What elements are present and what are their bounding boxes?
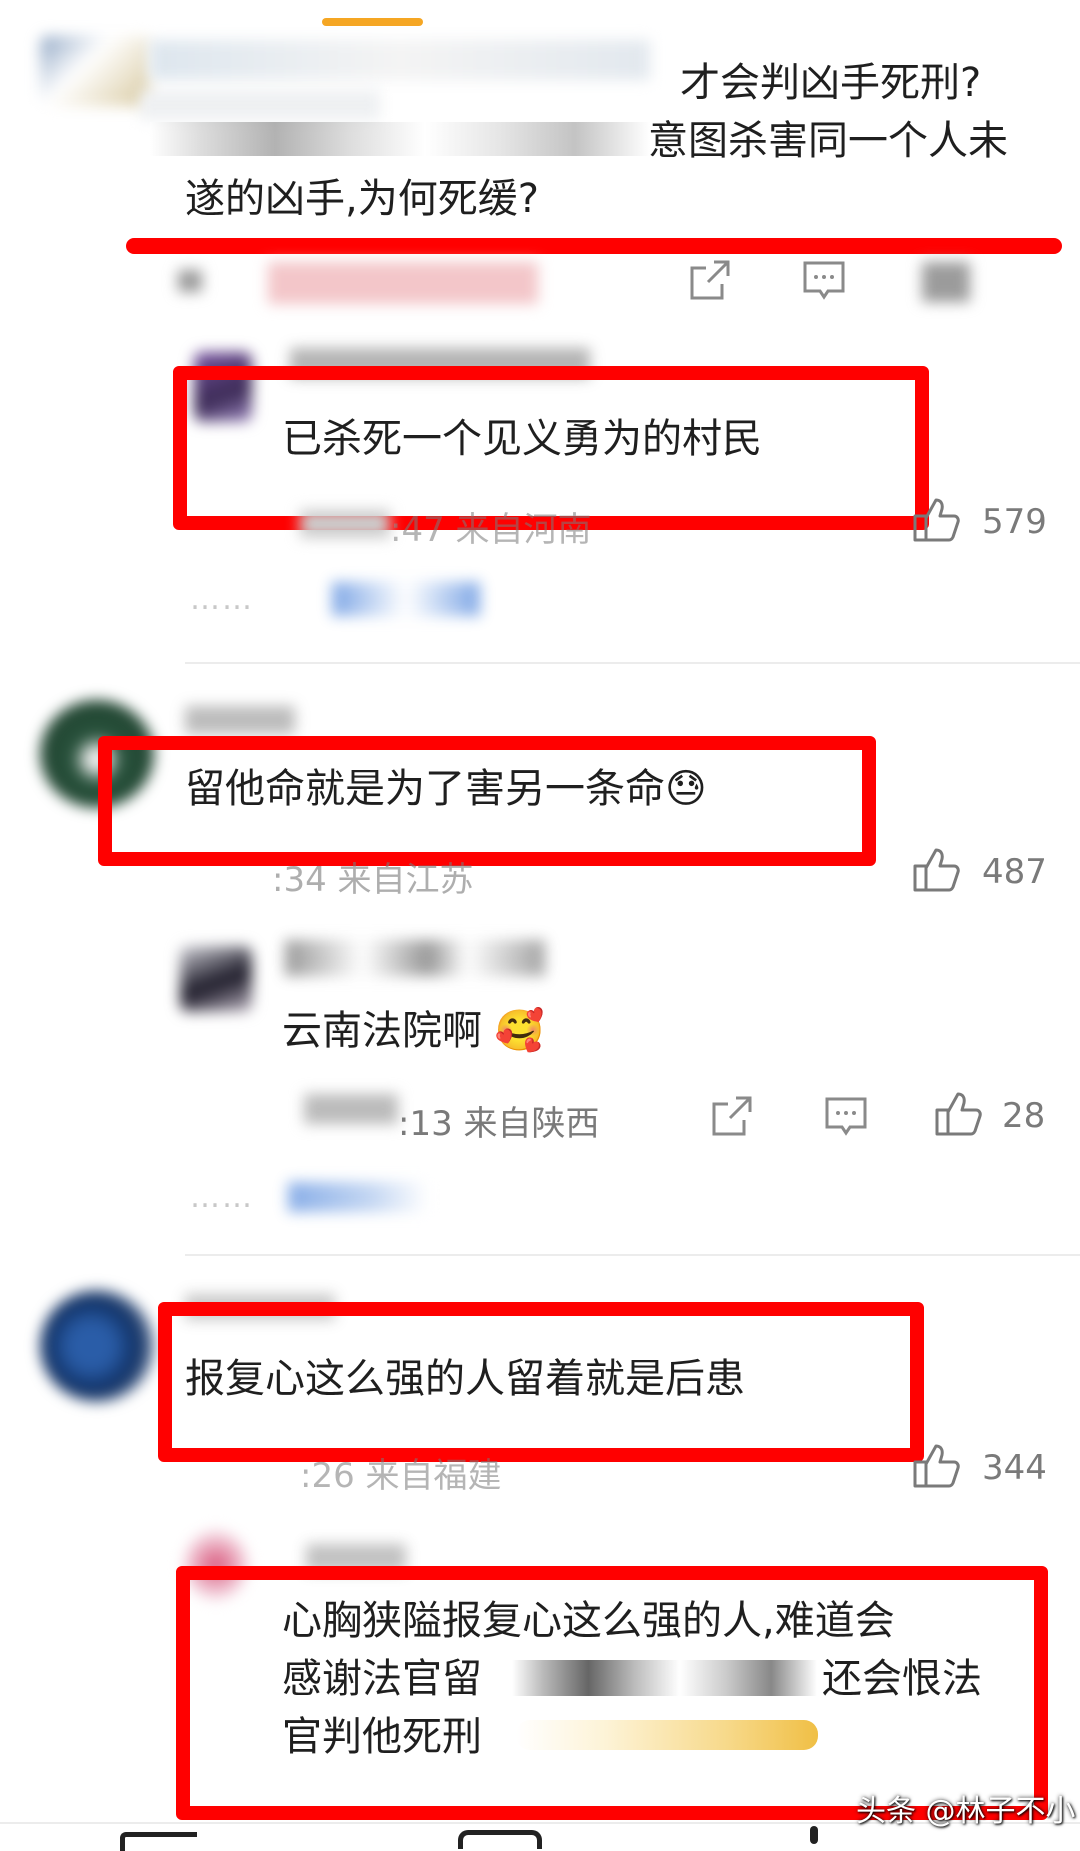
- love-emoji: 🥰: [494, 1008, 545, 1054]
- share-icon[interactable]: [710, 1094, 754, 1138]
- like-count: 487: [982, 852, 1047, 892]
- divider: [185, 662, 1080, 664]
- username-blurred: [150, 40, 650, 80]
- comment-text: 才会判凶手死刑?: [680, 60, 982, 106]
- comment-meta-blurred: [268, 262, 538, 304]
- like-icon[interactable]: [934, 1090, 984, 1138]
- comment-meta: :26 来自福建: [300, 1456, 502, 1496]
- comment-text: 意图杀害同一个人未: [648, 118, 1008, 164]
- like-icon[interactable]: [912, 846, 962, 894]
- username-blurred: [285, 940, 545, 976]
- comment-text: 云南法院啊 🥰: [282, 1002, 545, 1060]
- comment-date-blurred: [304, 1094, 398, 1124]
- red-underline: [126, 238, 1062, 254]
- nav-icon-back[interactable]: [120, 1832, 197, 1851]
- like-icon[interactable]: [912, 496, 962, 544]
- more-replies-blurred[interactable]: [288, 1182, 428, 1212]
- like-icon[interactable]: [912, 1442, 962, 1490]
- nav-icon-home[interactable]: [458, 1830, 542, 1849]
- comment-text: 遂的凶手,为何死缓?: [185, 176, 539, 222]
- avatar[interactable]: [180, 946, 252, 1012]
- like-count: 344: [982, 1448, 1047, 1488]
- highlight-box: [176, 1566, 1048, 1820]
- more-replies-blurred[interactable]: [332, 582, 480, 616]
- highlight-box: [158, 1302, 924, 1462]
- watermark: 头条 @林子不小: [856, 1794, 1076, 1829]
- comment-icon[interactable]: [802, 260, 846, 302]
- share-icon[interactable]: [688, 258, 732, 302]
- username-blurred: [140, 90, 380, 120]
- comment-meta-blurred: [178, 270, 202, 292]
- username-blurred: [185, 706, 295, 734]
- comment-date-blurred: [300, 510, 390, 538]
- like-count: 579: [982, 502, 1047, 542]
- like-count: 28: [1002, 1096, 1046, 1136]
- highlight-box: [98, 736, 876, 866]
- more-replies-dots[interactable]: ……: [190, 1180, 254, 1215]
- redacted-text: [150, 122, 650, 156]
- comment-meta: :47 来自河南: [390, 510, 592, 550]
- divider: [185, 1254, 1080, 1256]
- nav-icon-menu[interactable]: [810, 1826, 818, 1844]
- comment-icon[interactable]: [824, 1096, 868, 1138]
- avatar[interactable]: [40, 36, 150, 106]
- avatar[interactable]: [40, 1290, 154, 1402]
- like-icon[interactable]: [922, 262, 970, 302]
- active-tab-indicator: [322, 18, 423, 26]
- comment-meta: :13 来自陕西: [398, 1104, 600, 1144]
- comment-meta: :34 来自江苏: [272, 860, 474, 900]
- more-replies-dots[interactable]: ……: [190, 582, 254, 617]
- comment-text-body: 云南法院啊: [282, 1008, 482, 1054]
